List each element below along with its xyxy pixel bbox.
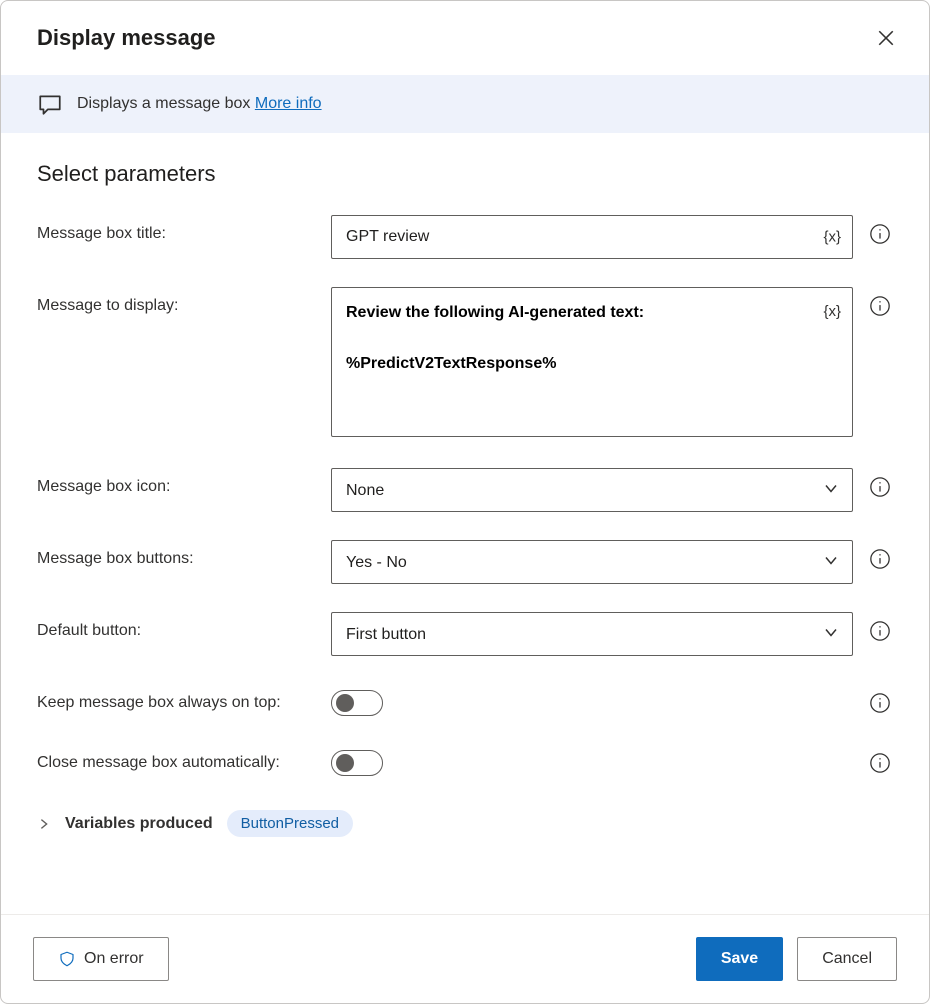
shield-icon <box>58 950 76 968</box>
row-message-box-icon: Message box icon: None <box>37 468 893 512</box>
label-message-to-display: Message to display: <box>37 287 317 315</box>
close-button[interactable] <box>871 23 901 53</box>
info-icon[interactable] <box>869 548 891 570</box>
save-button[interactable]: Save <box>696 937 783 981</box>
select-message-box-icon[interactable]: None <box>331 468 853 512</box>
row-default-button: Default button: First button <box>37 612 893 656</box>
info-band-text: Displays a message box More info <box>77 95 322 113</box>
on-error-label: On error <box>84 950 144 968</box>
insert-variable-button[interactable]: {x} <box>821 301 843 322</box>
cancel-button[interactable]: Cancel <box>797 937 897 981</box>
label-message-box-title: Message box title: <box>37 215 317 243</box>
label-message-box-buttons: Message box buttons: <box>37 540 317 568</box>
label-always-on-top: Keep message box always on top: <box>37 684 317 712</box>
input-message-to-display[interactable] <box>331 287 853 437</box>
select-message-box-buttons[interactable]: Yes - No <box>331 540 853 584</box>
select-default-button[interactable]: First button <box>331 612 853 656</box>
on-error-button[interactable]: On error <box>33 937 169 981</box>
variable-chip[interactable]: ButtonPressed <box>227 810 353 837</box>
more-info-link[interactable]: More info <box>255 95 322 112</box>
label-default-button: Default button: <box>37 612 317 640</box>
row-message-box-buttons: Message box buttons: Yes - No <box>37 540 893 584</box>
variables-produced-row[interactable]: Variables produced ButtonPressed <box>37 804 893 843</box>
variables-produced-label: Variables produced <box>65 815 213 833</box>
dialog-title: Display message <box>37 25 216 51</box>
dialog-footer: On error Save Cancel <box>1 914 929 1003</box>
info-icon[interactable] <box>869 752 891 774</box>
message-box-icon <box>37 91 63 117</box>
row-always-on-top: Keep message box always on top: <box>37 684 893 716</box>
toggle-knob <box>336 754 354 772</box>
info-band: Displays a message box More info <box>1 75 929 133</box>
info-icon[interactable] <box>869 620 891 642</box>
dialog-content: Select parameters Message box title: {x}… <box>1 133 929 914</box>
insert-variable-button[interactable]: {x} <box>821 227 843 248</box>
row-message-box-title: Message box title: {x} <box>37 215 893 259</box>
section-heading: Select parameters <box>37 161 893 187</box>
row-auto-close: Close message box automatically: <box>37 744 893 776</box>
chevron-right-icon <box>37 817 51 831</box>
info-band-desc: Displays a message box <box>77 95 255 112</box>
input-message-box-title[interactable] <box>331 215 853 259</box>
display-message-dialog: Display message Displays a message box M… <box>0 0 930 1004</box>
toggle-always-on-top[interactable] <box>331 690 383 716</box>
toggle-auto-close[interactable] <box>331 750 383 776</box>
info-icon[interactable] <box>869 295 891 317</box>
label-auto-close: Close message box automatically: <box>37 744 317 772</box>
info-icon[interactable] <box>869 692 891 714</box>
info-icon[interactable] <box>869 223 891 245</box>
dialog-titlebar: Display message <box>1 1 929 75</box>
row-message-to-display: Message to display: {x} <box>37 287 893 440</box>
close-icon <box>877 29 895 47</box>
info-icon[interactable] <box>869 476 891 498</box>
label-message-box-icon: Message box icon: <box>37 468 317 496</box>
toggle-knob <box>336 694 354 712</box>
